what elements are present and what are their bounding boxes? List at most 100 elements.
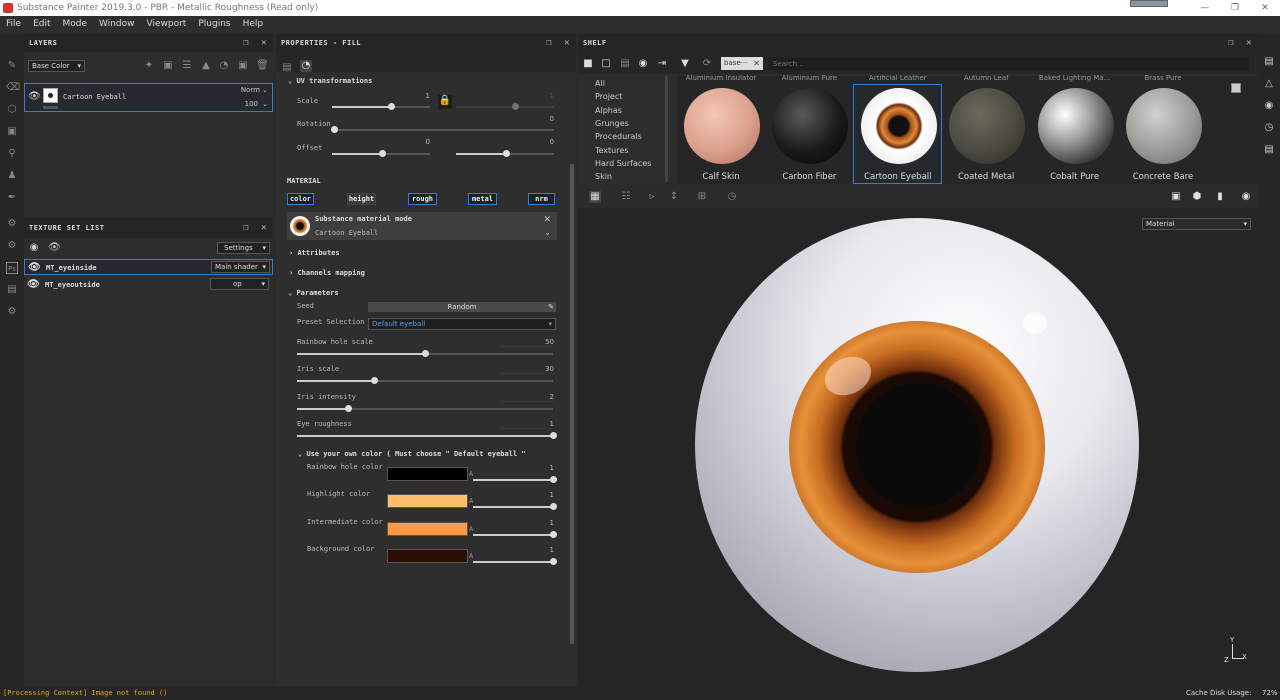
maximize-icon[interactable]: ❐ (1220, 0, 1250, 16)
channel-rough-button[interactable]: rough (408, 193, 437, 205)
material-mode-box[interactable]: Substance material mode Cartoon Eyeball … (287, 212, 557, 240)
add-fill-layer-icon[interactable]: ▲ (200, 60, 212, 72)
projection-icon[interactable]: ⬡ (6, 104, 18, 116)
material-label[interactable]: Concrete Bare (1120, 172, 1206, 182)
add-frame-icon[interactable]: ⊞ (696, 191, 708, 203)
offset-value-v[interactable]: 0 (524, 138, 554, 146)
rotation-slider[interactable] (331, 126, 554, 133)
param-value[interactable]: 2 (500, 393, 554, 402)
visibility-eye-icon[interactable]: 👁 (28, 262, 41, 274)
add-layer-icon[interactable]: ☰ (181, 60, 193, 72)
new-file-icon[interactable]: □ (600, 58, 612, 70)
delete-layer-icon[interactable]: 🗑 (256, 60, 269, 72)
material-label[interactable]: Carbon Fiber (766, 172, 852, 182)
history-icon[interactable]: ◷ (726, 191, 738, 203)
material-label[interactable]: Cartoon Eyeball (855, 172, 941, 182)
remove-filter-icon[interactable]: ✕ (753, 57, 760, 70)
offset-slider-v[interactable] (456, 150, 554, 157)
eye-icon[interactable]: 👁 (48, 242, 61, 254)
history-panel-icon[interactable]: ◷ (1263, 122, 1275, 134)
opacity-value[interactable]: 100 (245, 100, 258, 108)
lock-icon[interactable]: 🔒 (438, 95, 452, 109)
menu-viewport[interactable]: Viewport (141, 19, 193, 29)
save-icon[interactable]: ▤ (619, 58, 631, 70)
screenshot-camera-icon[interactable]: ◉ (1240, 191, 1252, 203)
material-label[interactable]: Cobalt Pure (1032, 172, 1118, 182)
material-thumbnail[interactable] (949, 88, 1026, 164)
shelf-item-top-label[interactable]: Autumn Leaf (943, 75, 1029, 84)
3d-viewport[interactable]: Material Y X Z (578, 208, 1258, 686)
layers-close-icon[interactable]: ✕ (261, 34, 267, 52)
add-folder-icon[interactable]: ▣ (237, 60, 249, 72)
paint-brush-icon[interactable]: ✎ (6, 60, 18, 72)
bake-gear-icon[interactable]: ⚙ (6, 240, 18, 252)
shelf-close-icon[interactable]: ✕ (1246, 34, 1252, 52)
shelf-category[interactable]: Grunges (595, 119, 629, 128)
close-icon[interactable]: ✕ (1250, 0, 1280, 16)
channel-height-button[interactable]: height (347, 193, 376, 205)
material-thumbnail[interactable] (1037, 88, 1114, 164)
color-alpha-slider[interactable] (473, 530, 557, 538)
menu-edit[interactable]: Edit (27, 19, 56, 29)
material-thumbnail[interactable] (684, 88, 760, 164)
properties-float-icon[interactable]: ❐ (546, 34, 552, 52)
texture-set-settings-icon[interactable]: ▤ (1263, 56, 1275, 68)
channel-dropdown[interactable]: Base Color (28, 60, 85, 72)
visibility-eye-icon[interactable]: 👁 (28, 91, 41, 103)
offset-slider-u[interactable] (332, 150, 430, 157)
param-value[interactable]: 1 (500, 420, 554, 429)
material-expand-icon[interactable]: ⌄ (544, 228, 551, 237)
random-seed-button[interactable]: Random ✎ (368, 302, 556, 312)
material-label[interactable]: Calf Skin (678, 172, 764, 182)
menu-mode[interactable]: Mode (57, 19, 94, 29)
log-icon[interactable]: ▤ (1263, 144, 1275, 156)
param-value[interactable]: 30 (500, 365, 554, 375)
shelf-view-toggle[interactable] (1231, 83, 1241, 93)
view-mode-icon[interactable]: ▣ (1170, 191, 1182, 203)
menu-window[interactable]: Window (93, 19, 141, 29)
material-tab-icon[interactable]: ◔ (300, 60, 312, 72)
color-swatch[interactable] (387, 549, 468, 564)
geometry-mask-icon[interactable]: ▣ (6, 126, 18, 138)
shader-settings-icon[interactable]: ◉ (1263, 100, 1275, 112)
menu-file[interactable]: File (0, 19, 27, 29)
param-slider[interactable] (297, 431, 557, 439)
layers-float-icon[interactable]: ❐ (243, 34, 249, 52)
add-effect-icon[interactable]: ✦ (143, 60, 155, 72)
minimize-icon[interactable]: — (1190, 0, 1220, 16)
texture-set-close-icon[interactable]: ✕ (261, 218, 267, 238)
cube-icon[interactable]: ⬢ (1191, 191, 1203, 203)
menu-plugins[interactable]: Plugins (192, 19, 236, 29)
material-close-icon[interactable]: ✕ (543, 215, 551, 225)
offset-value-u[interactable]: 0 (400, 138, 430, 146)
shelf-category[interactable]: Skin (595, 172, 612, 181)
rotation-value[interactable]: 0 (524, 115, 554, 123)
mirror-icon[interactable]: ↕ (668, 191, 680, 203)
eraser-icon[interactable]: ⌫ (6, 82, 20, 94)
folder-icon[interactable]: ■ (582, 58, 594, 70)
shelf-item-top-label[interactable]: Aluminium Pure (766, 75, 852, 84)
properties-close-icon[interactable]: ✕ (564, 34, 570, 52)
color-alpha-value[interactable]: 1 (520, 464, 554, 472)
symmetry-icon[interactable]: ▹ (646, 191, 658, 203)
menu-help[interactable]: Help (237, 19, 270, 29)
preset-dropdown[interactable]: Default eyeball (368, 318, 556, 330)
material-thumbnail[interactable] (772, 88, 849, 164)
layer-row[interactable]: 👁 Cartoon Eyeball Norm ⌄ 100 ⌄ (24, 83, 273, 112)
properties-scrollbar[interactable] (570, 164, 574, 644)
grid-icon[interactable]: ▦ (589, 191, 601, 203)
add-smart-material-icon[interactable]: ◔ (218, 60, 230, 72)
shelf-category[interactable]: Alphas (595, 106, 622, 115)
param-value[interactable]: 50 (500, 338, 554, 347)
material-label[interactable]: Coated Metal (943, 172, 1029, 182)
color-alpha-value[interactable]: 1 (520, 546, 554, 554)
color-alpha-slider[interactable] (473, 558, 557, 566)
texture-set-row[interactable]: 👁 MT_eyeinside Main shader (24, 259, 273, 275)
display-settings-icon[interactable]: △ (1263, 78, 1275, 90)
color-alpha-value[interactable]: 1 (520, 519, 554, 527)
color-swatch[interactable] (387, 494, 468, 509)
add-mask-icon[interactable]: ▣ (162, 60, 174, 72)
material-thumbnail[interactable] (860, 88, 937, 164)
shader-dropdown[interactable]: Main shader (211, 261, 270, 273)
color-swatch[interactable] (387, 521, 468, 536)
